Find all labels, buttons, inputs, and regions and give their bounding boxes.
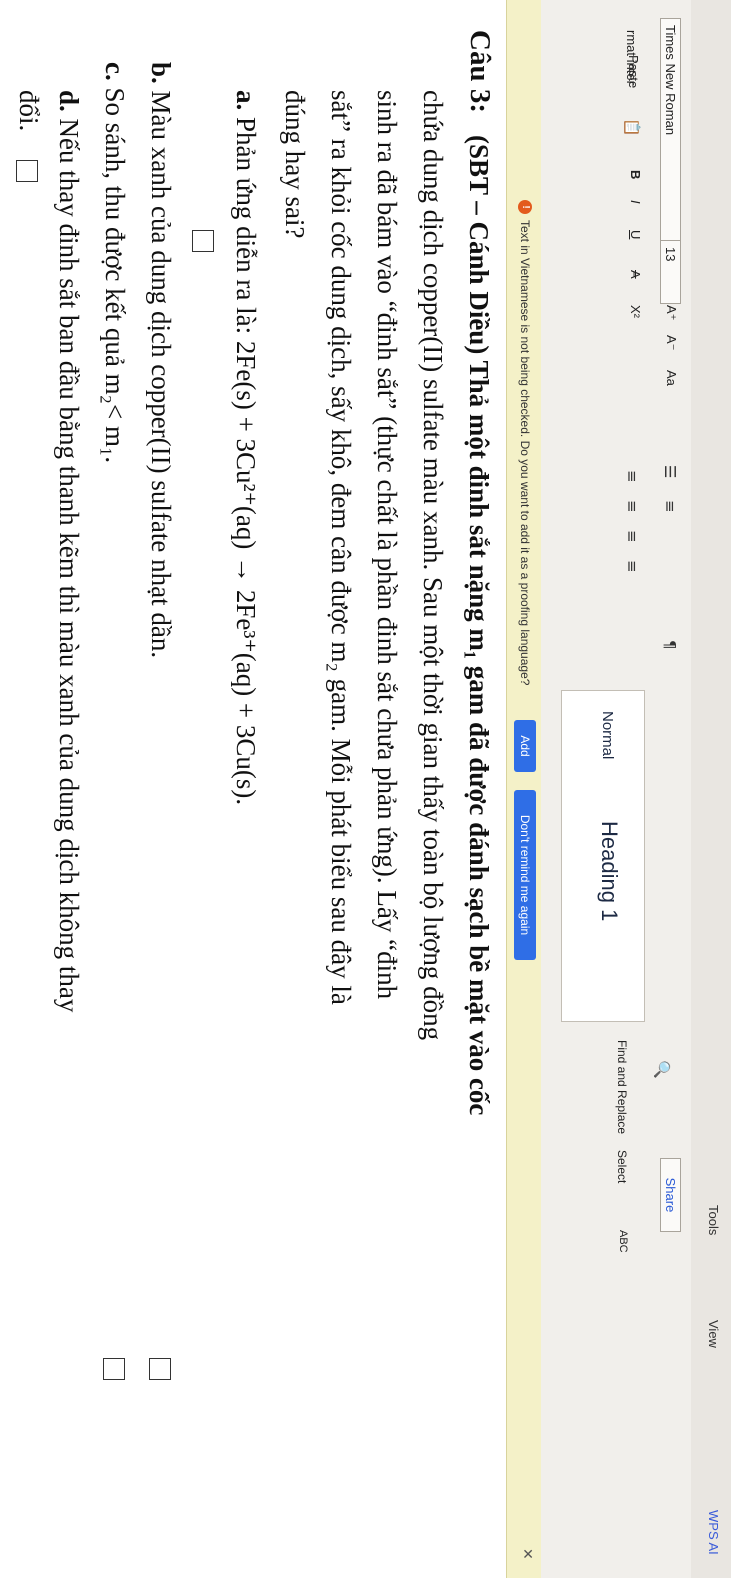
align-left-icon[interactable]: ≡	[623, 470, 641, 483]
proofing-notice-bar: ! Text in Vietnamese is not being checke…	[506, 0, 541, 1578]
tab-tools[interactable]: Tools	[706, 1205, 721, 1235]
warning-icon: !	[518, 200, 532, 214]
statement-d: d. Nếu thay đinh sắt ban đầu bằng thanh …	[54, 90, 84, 1013]
tab-wps-ai[interactable]: WPS AI	[706, 1510, 721, 1555]
find-replace-button[interactable]: Find and Replace	[615, 1040, 629, 1134]
question-line-1: (SBT – Cánh Diều) Thả một đinh sắt nặng …	[464, 135, 494, 1116]
home-ribbon: rmat inter Paste 📋 Times New Roman 13 A⁺…	[540, 0, 691, 1578]
question-line-4: sắt” ra khỏi cốc dung dịch, sấy khô, đem…	[326, 90, 356, 1005]
checkbox-a[interactable]	[192, 230, 214, 252]
share-button[interactable]: Share	[660, 1158, 681, 1232]
question-line-5: đúng hay sai?	[280, 90, 310, 239]
question-line-3: sinh ra đã bám vào “đinh sắt” (thực chất…	[372, 90, 402, 1000]
close-icon[interactable]: ✕	[519, 1548, 535, 1560]
select-button[interactable]: Select	[615, 1150, 629, 1183]
clipboard-icon[interactable]: 📋	[623, 118, 641, 137]
superscript-button[interactable]: X²	[628, 305, 643, 318]
numbering-icon[interactable]: ≡	[661, 500, 679, 513]
checkbox-c[interactable]	[103, 1358, 125, 1380]
wps-writer-window: Tools View WPS AI rmat inter Paste 📋 Tim…	[0, 0, 731, 1578]
show-marks-icon[interactable]: ¶	[661, 640, 679, 650]
statement-c: c. So sánh, thu được kết quả m₂< m₁.	[100, 62, 130, 464]
statement-d-cont: đổi.	[14, 90, 44, 132]
statement-a: a. Phản ứng diễn ra là: 2Fe(s) + 3Cu²⁺(a…	[231, 90, 261, 806]
style-normal[interactable]: Normal	[599, 711, 616, 759]
bold-button[interactable]: B	[628, 170, 643, 179]
underline-button[interactable]: U	[628, 230, 643, 239]
statement-b: b. Màu xanh của dung dịch copper(II) sul…	[146, 62, 176, 659]
font-size-select[interactable]: 13	[660, 240, 681, 304]
menu-tab-bar: Tools View WPS AI	[690, 0, 731, 1578]
tab-view[interactable]: View	[706, 1320, 721, 1348]
italic-button[interactable]: I	[628, 200, 643, 204]
question-line-2: chứa dung dịch copper(II) sulfate màu xa…	[418, 90, 448, 1041]
checkbox-d[interactable]	[16, 160, 38, 182]
spell-check-button[interactable]: ABC	[617, 1230, 629, 1253]
style-heading-1[interactable]: Heading 1	[596, 821, 622, 921]
grow-font-button[interactable]: A⁺	[663, 305, 679, 321]
notice-text: Text in Vietnamese is not being checked.…	[518, 220, 532, 686]
align-right-icon[interactable]: ≡	[623, 530, 641, 543]
checkbox-b[interactable]	[149, 1358, 171, 1380]
strikethrough-button[interactable]: A	[628, 270, 643, 279]
align-center-icon[interactable]: ≡	[623, 500, 641, 513]
search-icon[interactable]: 🔍	[653, 1060, 671, 1079]
shrink-font-button[interactable]: A⁻	[663, 335, 679, 351]
document-page[interactable]: Câu 3: (SBT – Cánh Diều) Thả một đinh sắ…	[0, 0, 506, 1578]
font-name-select[interactable]: Times New Roman	[660, 18, 681, 242]
add-language-button[interactable]: Add	[514, 720, 536, 772]
justify-icon[interactable]: ≡	[623, 560, 641, 573]
paste-button[interactable]: Paste	[626, 55, 641, 88]
bullets-icon[interactable]: ☰	[661, 465, 679, 478]
change-case-button[interactable]: Aa	[664, 370, 679, 386]
question-label: Câu 3:	[464, 30, 496, 113]
styles-gallery: Normal Heading 1	[561, 690, 645, 1022]
screen: Tools View WPS AI rmat inter Paste 📋 Tim…	[0, 0, 731, 1578]
dont-remind-button[interactable]: Don't remind me again	[514, 790, 536, 960]
